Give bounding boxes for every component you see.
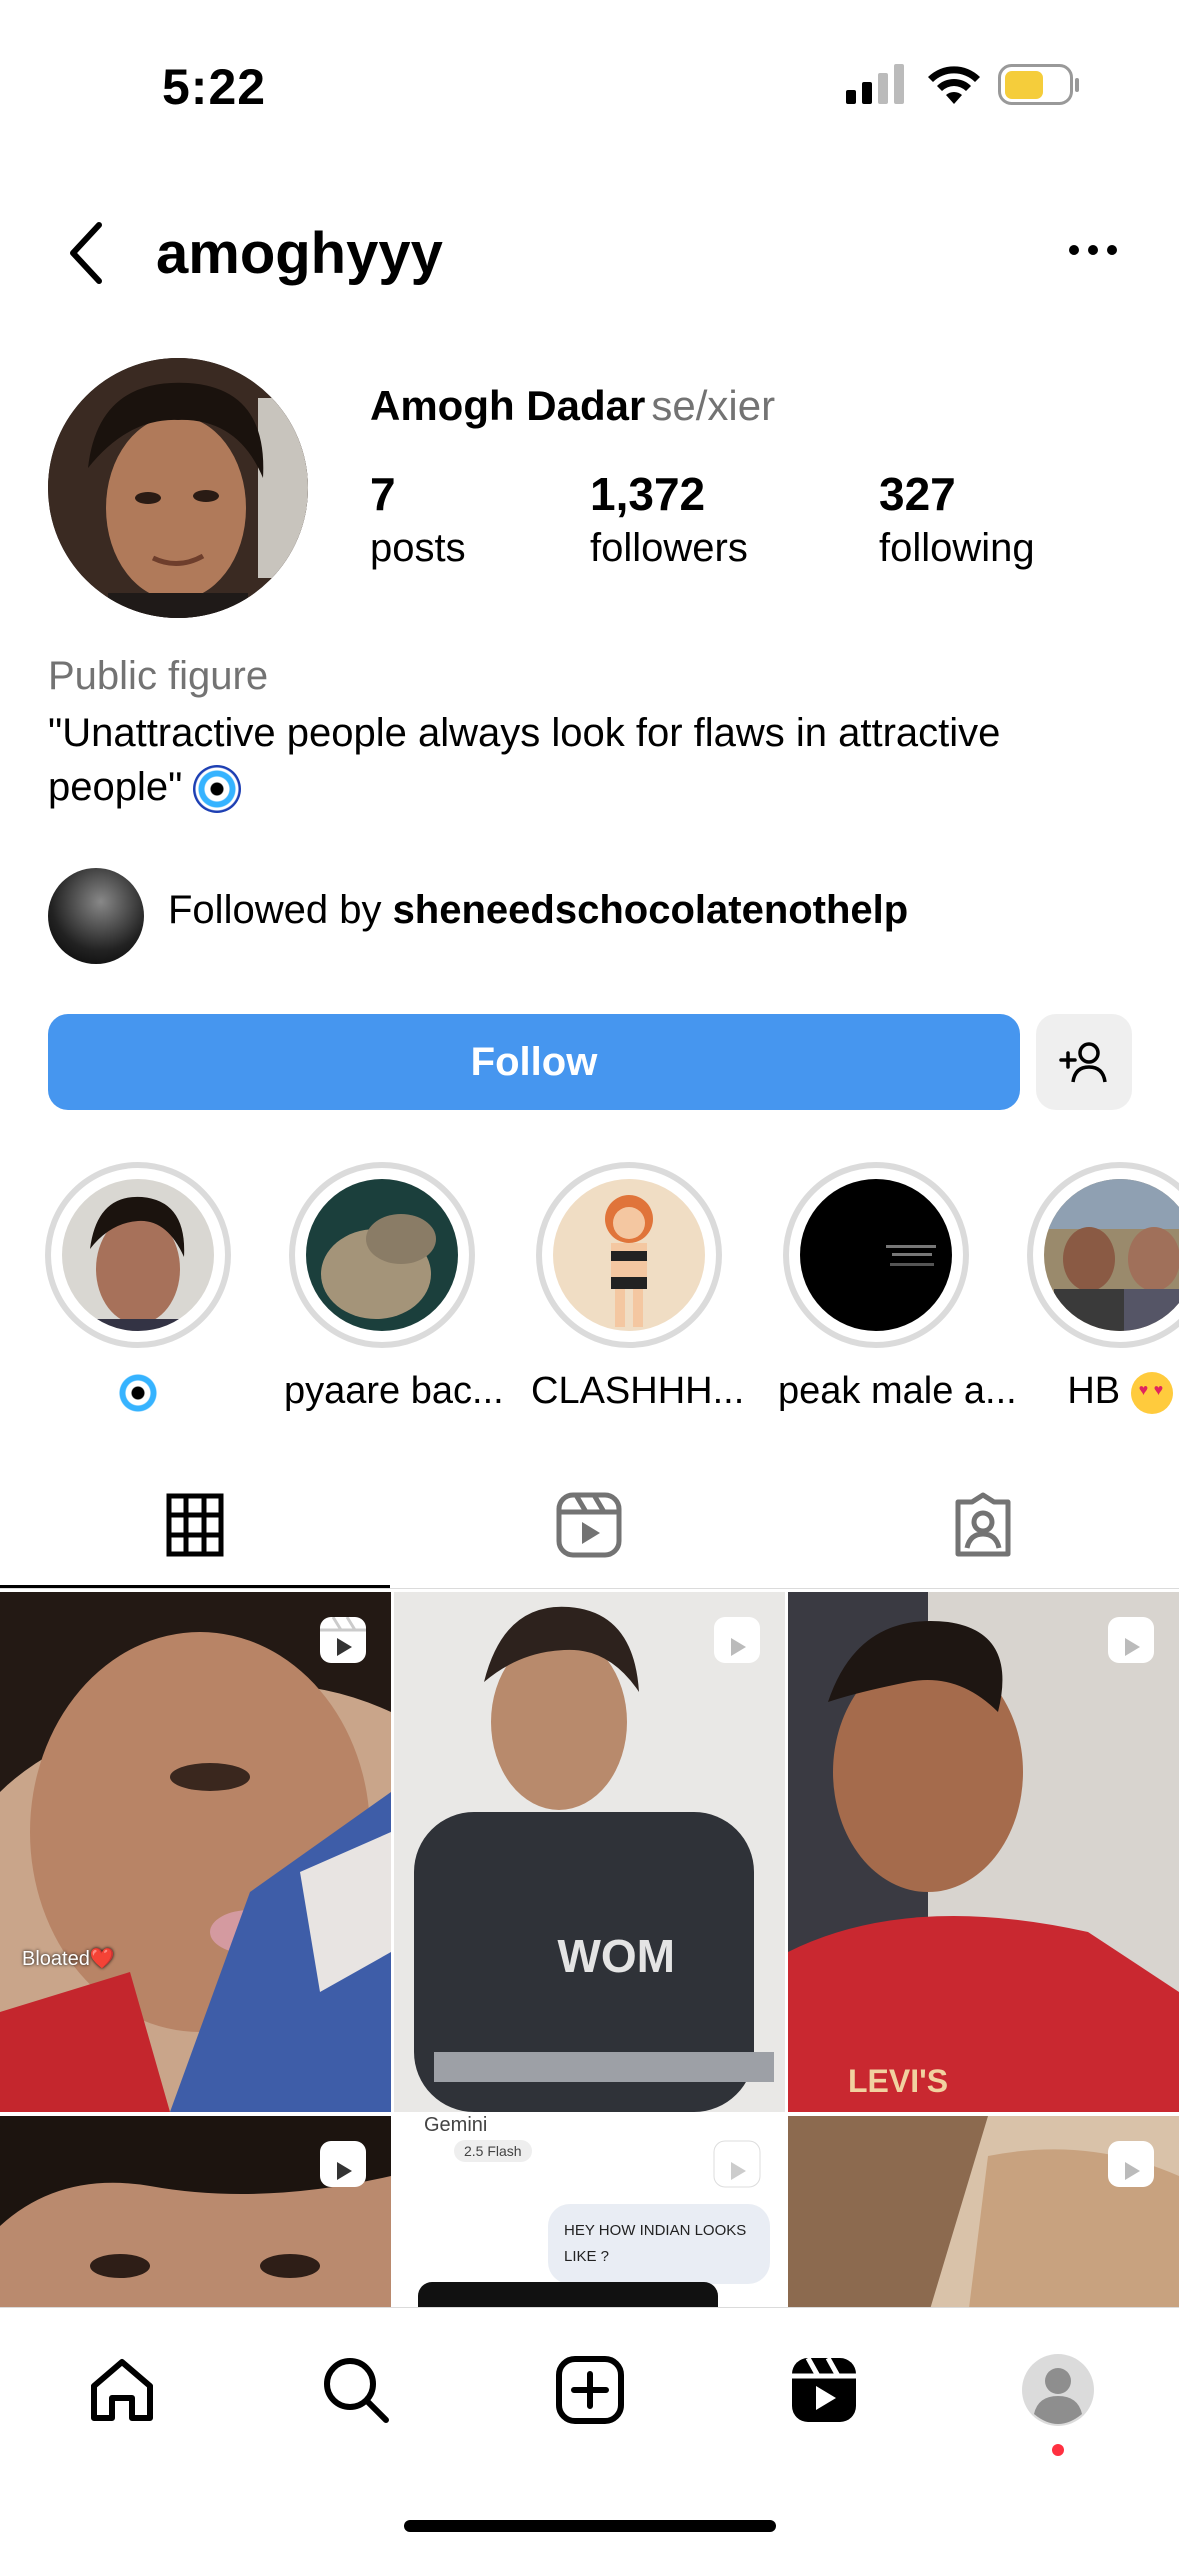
battery-icon [998,64,1080,111]
post-thumbnail: MOW [394,1592,785,2112]
profile-display-name: Amogh Dadar se/xier [370,382,775,430]
followers-label: followers [590,526,748,570]
highlight-label: HB ♥ ♥ [1022,1370,1179,1414]
highlight-cover [553,1179,705,1331]
nav-home[interactable] [82,2350,162,2430]
search-icon [324,2358,389,2423]
highlight-label: peak male a... [778,1370,1017,1412]
nav-profile[interactable] [1018,2350,1098,2430]
stat-followers[interactable]: 1,372 followers [590,468,748,576]
reel-badge-icon [1108,2141,1154,2187]
highlight-ring [536,1162,722,1348]
home-icon [91,2359,153,2421]
nav-reels[interactable] [784,2350,864,2430]
post-thumbnail [0,1592,391,2112]
gemini-app-title: Gemini [424,2116,488,2136]
follow-button[interactable]: Follow [48,1014,1020,1110]
mutual-follower-username: sheneedschocolatenothelp [392,888,909,932]
highlight-cover [800,1179,952,1331]
highlight-ring [289,1162,475,1348]
notification-dot [1052,2444,1064,2456]
profile-avatar-icon [1022,2354,1094,2426]
grid-post[interactable] [0,2116,391,2316]
nav-create[interactable] [550,2350,630,2430]
add-person-icon [1059,1042,1107,1083]
story-highlight[interactable]: peak male a... [778,1162,1017,1413]
following-count: 327 [879,468,956,520]
highlight-ring [783,1162,969,1348]
highlight-ring [45,1162,231,1348]
highlight-label: pyaare bac... [284,1370,504,1412]
back-button[interactable] [58,218,112,288]
home-indicator[interactable] [404,2520,776,2532]
grid-post[interactable]: Bloated❤️ [0,1592,391,2112]
highlight-label [40,1370,236,1414]
highlight-cover [306,1179,458,1331]
display-name-text: Amogh Dadar [370,382,646,429]
stat-posts[interactable]: 7 posts [370,468,466,576]
grid-post[interactable]: MOW [394,1592,785,2112]
story-highlight[interactable] [40,1162,236,1414]
posts-count: 7 [370,468,396,520]
tagged-person-icon [955,1492,1011,1557]
reel-badge-icon [1108,1617,1154,1663]
followed-by-text[interactable]: Followed by sheneedschocolatenothelp [168,888,908,933]
tab-tagged[interactable] [948,1490,1018,1560]
mutual-follower-avatar[interactable] [48,868,144,964]
tab-reels[interactable] [554,1490,624,1560]
highlight-label-text: HB [1067,1370,1121,1412]
status-time: 5:22 [162,59,267,115]
highlight-cover [62,1179,214,1331]
grid-post[interactable] [788,2116,1179,2316]
chevron-left-icon [70,222,102,284]
highlight-cover [1044,1179,1179,1331]
grid-post[interactable]: Gemini 2.5 Flash HEY HOW INDIAN LOOKS LI… [394,2116,785,2316]
highlight-ring [1027,1162,1179,1348]
reel-badge-icon [713,2140,761,2188]
profile-bio: "Unattractive people always look for fla… [48,706,1128,814]
reel-badge-icon [320,2141,366,2187]
grid-post[interactable]: LEVI'S [788,1592,1179,2112]
wifi-icon [926,62,982,109]
svg-text:MOW: MOW [557,1930,675,1982]
followers-count: 1,372 [590,468,706,520]
highlight-label: CLASHHH... [531,1370,745,1412]
followed-by-prefix: Followed by [168,888,393,932]
signal-icon [846,64,904,109]
story-highlight[interactable]: pyaare bac... [284,1162,504,1413]
heart-eyes-icon: ♥ ♥ [1130,1371,1173,1414]
gemini-chat-bubble: HEY HOW INDIAN LOOKS LIKE ? [548,2204,770,2284]
profile-avatar[interactable] [48,358,308,618]
profile-username: amoghyyy [156,221,443,286]
reels-icon [556,1492,622,1558]
gemini-model-chip: 2.5 Flash [454,2140,532,2162]
bio-text: "Unattractive people always look for fla… [48,711,1001,809]
suggested-users-button[interactable] [1036,1014,1132,1110]
reel-badge-icon [714,1617,760,1663]
posts-label: posts [370,526,466,570]
create-post-icon [556,2356,624,2424]
stat-following[interactable]: 327 following [879,468,1035,576]
reel-badge-icon [320,1616,366,1663]
nazar-amulet-icon [117,1371,159,1414]
more-options-button[interactable] [1058,230,1128,270]
story-highlight[interactable]: HB ♥ ♥ [1022,1162,1179,1414]
pronouns: se/xier [651,382,776,429]
tab-divider [0,1588,1179,1589]
story-highlight[interactable]: CLASHHH... [531,1162,745,1413]
following-label: following [879,526,1035,570]
post-thumbnail: LEVI'S [788,1592,1179,2112]
grid-icon [166,1493,224,1557]
reels-icon [792,2356,856,2422]
post-caption-overlay: Bloated❤️ [22,1948,115,1970]
more-icon [1069,245,1117,255]
profile-category: Public figure [48,654,269,698]
tab-posts-grid[interactable] [160,1490,230,1560]
svg-text:LEVI'S: LEVI'S [848,2063,948,2099]
nav-search[interactable] [316,2350,396,2430]
nazar-amulet-icon [193,765,242,814]
